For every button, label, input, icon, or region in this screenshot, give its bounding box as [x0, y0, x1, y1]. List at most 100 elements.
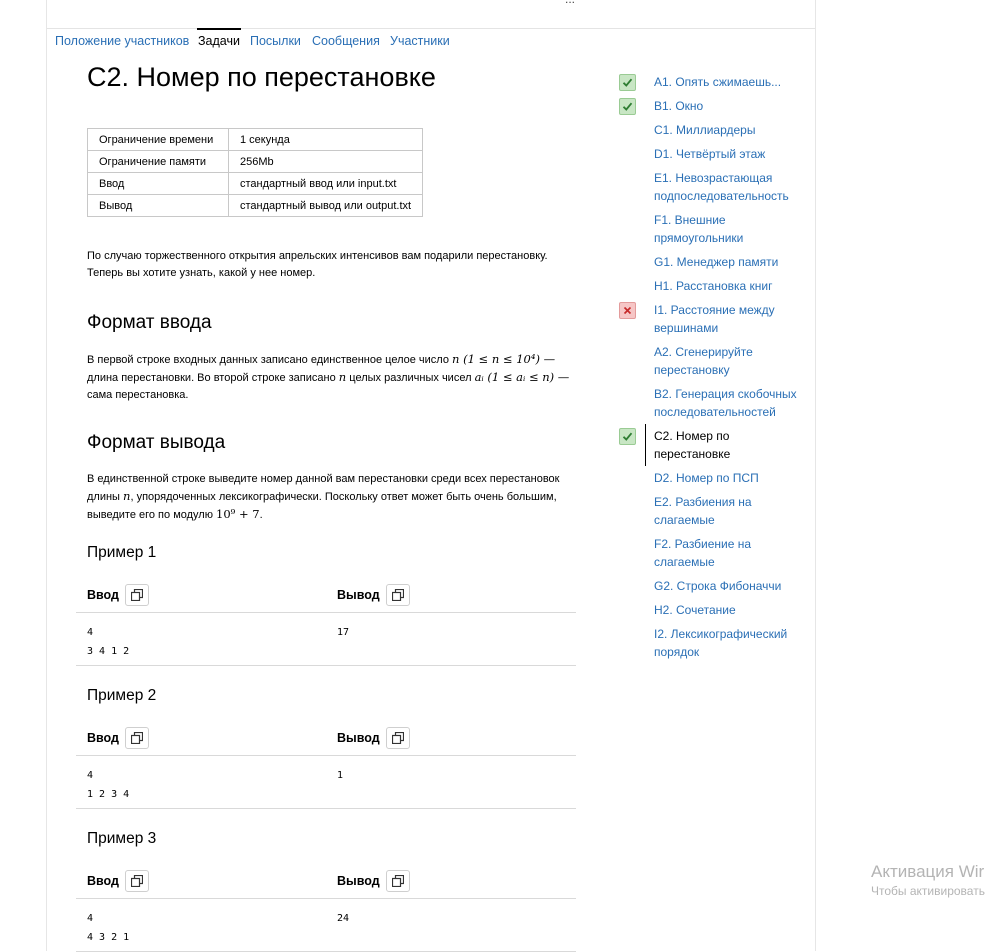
example-title: Пример 3 [87, 830, 157, 847]
copy-input-button[interactable] [125, 584, 149, 606]
task-link-g1[interactable]: G1. Менеджер памяти [654, 253, 804, 271]
example-body: 4 1 2 3 4 1 [76, 756, 576, 809]
limit-value: стандартный вывод или output.txt [227, 194, 424, 217]
current-task-indicator [645, 424, 646, 466]
limits-row: Вывод стандартный вывод или output.txt [87, 194, 424, 217]
status-ok-icon [619, 428, 636, 445]
tab-submissions[interactable]: Посылки [250, 34, 301, 48]
formula: n (1 ≤ n ≤ 10⁴) — [452, 352, 556, 366]
limits-row: Ограничение памяти 256Mb [87, 150, 424, 173]
example-output: 17 [337, 627, 350, 638]
limit-key: Ограничение памяти [87, 150, 229, 173]
task-link-i2[interactable]: I2. Лексикографический порядок [654, 625, 804, 661]
tab-messages[interactable]: Сообщения [312, 34, 380, 48]
tab-standings[interactable]: Положение участников [55, 34, 189, 48]
task-link-g2[interactable]: G2. Строка Фибоначчи [654, 577, 804, 595]
task-link-i1[interactable]: I1. Расстояние между вершинами [654, 301, 804, 337]
contest-nav: Положение участников Задачи Посылки Сооб… [47, 28, 815, 57]
statement-line: Теперь вы хотите узнать, какой у нее ном… [87, 267, 316, 279]
limit-key: Вывод [87, 194, 229, 217]
copy-icon [131, 875, 143, 887]
task-link-d1[interactable]: D1. Четвёртый этаж [654, 145, 804, 163]
example-output: 1 [337, 770, 344, 781]
input-label: Ввод [87, 731, 119, 745]
copy-icon [392, 589, 404, 601]
example-header: Ввод Вывод [76, 723, 576, 756]
input-format-text: В первой строке входных данных записано … [87, 351, 587, 404]
input-label: Ввод [87, 588, 119, 602]
limits-table: Ограничение времени 1 секунда Ограничени… [87, 128, 424, 217]
status-ok-icon [619, 74, 636, 91]
output-label: Вывод [337, 731, 380, 745]
watermark-line: Активация Wir [871, 862, 985, 881]
task-link-h1[interactable]: H1. Расстановка книг [654, 277, 804, 295]
copy-input-button[interactable] [125, 727, 149, 749]
tab-participants[interactable]: Участники [390, 34, 450, 48]
output-format-text: В единственной строке выведите номер дан… [87, 471, 587, 524]
example-block: Ввод Вывод 4 1 2 3 4 1 [76, 723, 576, 809]
limit-value: стандартный ввод или input.txt [227, 172, 424, 195]
tab-problems[interactable]: Задачи [197, 28, 241, 48]
watermark-line: Чтобы активировать [871, 884, 985, 898]
task-link-h2[interactable]: H2. Сочетание [654, 601, 804, 619]
top-ellipsis: ... [565, 0, 575, 6]
formula: 10⁹ + 7 [216, 507, 260, 521]
text: сама перестановка. [87, 389, 189, 401]
copy-input-button[interactable] [125, 870, 149, 892]
task-link-f1[interactable]: F1. Внешние прямоугольники [654, 211, 804, 247]
task-link-d2[interactable]: D2. Номер по ПСП [654, 469, 804, 487]
text: . [259, 509, 263, 521]
example-body: 4 3 4 1 2 17 [76, 613, 576, 666]
status-ok-icon [619, 98, 636, 115]
task-link-a2[interactable]: A2. Сгенерируйте перестановку [654, 343, 804, 379]
limit-value: 1 секунда [227, 128, 424, 151]
input-format-heading: Формат ввода [87, 312, 212, 333]
task-link-e2[interactable]: E2. Разбиения на слагаемые [654, 493, 804, 529]
output-label: Вывод [337, 874, 380, 888]
copy-icon [392, 875, 404, 887]
task-link-c2[interactable]: C2. Номер по перестановке [654, 427, 804, 463]
example-title: Пример 2 [87, 687, 157, 704]
example-title: Пример 1 [87, 544, 157, 561]
example-output: 24 [337, 913, 350, 924]
output-label: Вывод [337, 588, 380, 602]
text: длина перестановки. Во второй строке зап… [87, 372, 336, 384]
status-fail-icon [619, 302, 636, 319]
copy-icon [131, 589, 143, 601]
limits-row: Ввод стандартный ввод или input.txt [87, 172, 424, 195]
example-input: 4 4 3 2 1 [87, 913, 130, 943]
example-block: Ввод Вывод 4 4 3 2 1 24 [76, 866, 576, 952]
copy-output-button[interactable] [386, 727, 410, 749]
text: длины [87, 491, 120, 503]
output-format-heading: Формат вывода [87, 432, 226, 453]
input-label: Ввод [87, 874, 119, 888]
text: В первой строке входных данных записано … [87, 354, 449, 366]
task-link-f2[interactable]: F2. Разбиение на слагаемые [654, 535, 804, 571]
formula: n [338, 370, 347, 384]
copy-icon [131, 732, 143, 744]
example-header: Ввод Вывод [76, 580, 576, 613]
example-body: 4 4 3 2 1 24 [76, 899, 576, 952]
text: В единственной строке выведите номер дан… [87, 473, 560, 485]
example-input: 4 3 4 1 2 [87, 627, 130, 657]
problem-title: C2. Номер по перестановке [87, 62, 436, 92]
copy-output-button[interactable] [386, 584, 410, 606]
copy-icon [392, 732, 404, 744]
task-link-c1[interactable]: C1. Миллиардеры [654, 121, 804, 139]
task-link-b2[interactable]: B2. Генерация скобочных последовательнос… [654, 385, 804, 421]
limit-key: Ввод [87, 172, 229, 195]
limit-value: 256Mb [227, 150, 424, 173]
text: выведите его по модулю [87, 509, 213, 521]
task-link-b1[interactable]: B1. Окно [654, 97, 804, 115]
copy-output-button[interactable] [386, 870, 410, 892]
example-header: Ввод Вывод [76, 866, 576, 899]
task-link-e1[interactable]: E1. Невозрастающая подпоследовательность [654, 169, 804, 205]
example-input: 4 1 2 3 4 [87, 770, 130, 800]
limits-row: Ограничение времени 1 секунда [87, 128, 424, 151]
limit-key: Ограничение времени [87, 128, 229, 151]
task-link-a1[interactable]: A1. Опять сжимаешь... [654, 73, 804, 91]
problem-statement: По случаю торжественного открытия апрель… [87, 248, 587, 282]
text: целых различных чисел [349, 372, 472, 384]
windows-activation-watermark: Активация Wir Чтобы активировать [871, 862, 985, 898]
formula: aᵢ (1 ≤ aᵢ ≤ n) — [474, 370, 570, 384]
